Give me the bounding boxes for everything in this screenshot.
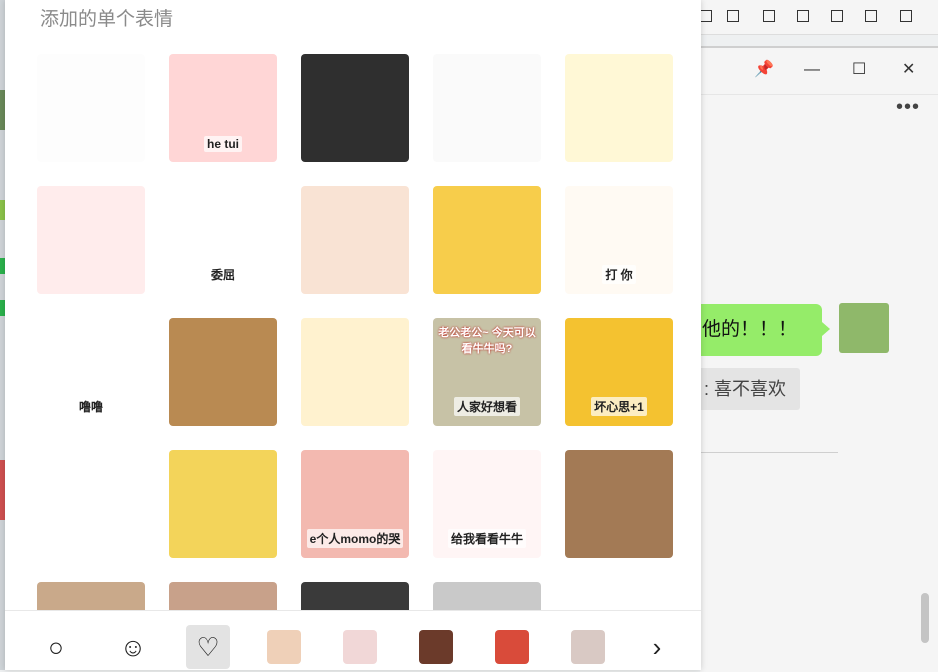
smiley-icon: ☺ [119,631,147,662]
sticker-tiny-face[interactable] [433,54,541,162]
minimize-icon[interactable]: — [804,62,820,78]
sticker-row5-1[interactable] [37,582,145,610]
sticker-strawberry[interactable]: he tui [169,54,277,162]
pin-icon[interactable]: 📌 [754,62,774,78]
panel-title: 添加的单个表情 [40,9,174,30]
sticker-teddy-bear[interactable] [169,318,277,426]
sticker-pack-4[interactable] [490,625,534,669]
pack-thumbnail [571,630,605,664]
more-icon[interactable]: ••• [896,96,920,119]
sticker-yellow-cat-mask[interactable] [301,54,409,162]
sticker-panel: 添加的单个表情 he tui 委屈 打 你噜噜 老公老公~ 今天可以看牛牛吗? 人家好想… [5,0,701,670]
toolbar-icon-6[interactable] [865,10,877,22]
sticker-fingers[interactable] [37,450,145,558]
search-icon: ○ [48,631,64,662]
sticker-row5-2[interactable] [169,582,277,610]
sticker-pack-2[interactable] [338,625,382,669]
pack-thumbnail [419,630,453,664]
chat-header-divider [700,94,938,95]
sticker-weiqu[interactable]: 委屈 [169,186,277,294]
sticker-yellow-face[interactable] [433,186,541,294]
sticker-shy-bear[interactable] [301,318,409,426]
sticker-crying-kitten[interactable] [565,450,673,558]
sticker-caption: 打 你 [602,265,636,284]
sticker-caption: 噜噜 [75,397,106,416]
pack-thumbnail [267,630,301,664]
chat-scrollbar[interactable] [921,593,929,643]
sticker-caption: 人家好想看 [453,397,520,416]
sticker-hamster-sparkle[interactable] [565,54,673,162]
sticker-caption: e个人momo的哭 [306,529,404,548]
sticker-top-text: 老公老公~ 今天可以看牛牛吗? [438,327,536,355]
sticker-caption: 坏心思+1 [591,397,647,416]
pack-thumbnail [495,630,529,664]
sticker-pack-3[interactable] [414,625,458,669]
next-icon: › [652,631,662,662]
toolbar-icon-3[interactable] [763,10,775,22]
heart-icon[interactable]: ♡ [186,625,230,669]
sticker-bad-idea[interactable]: 坏心思+1 [565,318,673,426]
sticker-momo-cry[interactable]: e个人momo的哭 [301,450,409,558]
sticker-yellow-pout[interactable] [169,450,277,558]
sticker-pack-5[interactable] [566,625,610,669]
sticker-pink-bunny[interactable] [37,186,145,294]
sticker-pat-head[interactable] [301,186,409,294]
sticker-grid: he tui 委屈 打 你噜噜 老公老公~ 今天可以看牛牛吗? 人家好想看 坏心思+1 e个… [5,46,701,610]
background-toolbar [700,0,938,35]
message-bubble[interactable]: 他的！！！ [700,304,822,356]
sticker-tab-bar: ○ ☺ ♡ › [5,610,701,670]
sticker-niuniu[interactable]: 给我看看牛牛 [433,450,541,558]
sticker-pack-1[interactable] [262,625,306,669]
quoted-message[interactable]: : 喜不喜欢 [700,368,800,410]
message-bubble-tail [822,322,830,336]
toolbar-icon-1[interactable] [700,10,712,22]
sticker-caption: 委屈 [207,265,238,284]
toolbar-icon-5[interactable] [831,10,843,22]
sticker-cat-thinking[interactable] [37,54,145,162]
sticker-cats-hit[interactable]: 打 你 [565,186,673,294]
sticker-caption: 给我看看牛牛 [447,529,526,548]
avatar[interactable] [839,303,889,353]
sticker-caption: he tui [204,136,242,152]
heart-icon: ♡ [196,631,220,662]
sticker-row5-5[interactable] [565,582,673,610]
next-icon[interactable]: › [635,625,679,669]
chat-window: 📌 — ☐ ✕ ••• 他的！！！ : 喜不喜欢 [700,46,938,672]
toolbar-icon-4[interactable] [797,10,809,22]
sticker-lulu-cat[interactable]: 噜噜 [37,318,145,426]
sticker-row5-3[interactable] [301,582,409,610]
toolbar-icon-7[interactable] [900,10,912,22]
sticker-row5-4[interactable] [433,582,541,610]
smiley-icon[interactable]: ☺ [111,625,155,669]
chat-separator [700,452,838,453]
sticker-cat-question[interactable]: 老公老公~ 今天可以看牛牛吗? 人家好想看 [433,318,541,426]
close-icon[interactable]: ✕ [902,62,915,78]
search-icon[interactable]: ○ [34,625,78,669]
toolbar-icon-2[interactable] [727,10,739,22]
maximize-icon[interactable]: ☐ [852,62,866,78]
pack-thumbnail [343,630,377,664]
